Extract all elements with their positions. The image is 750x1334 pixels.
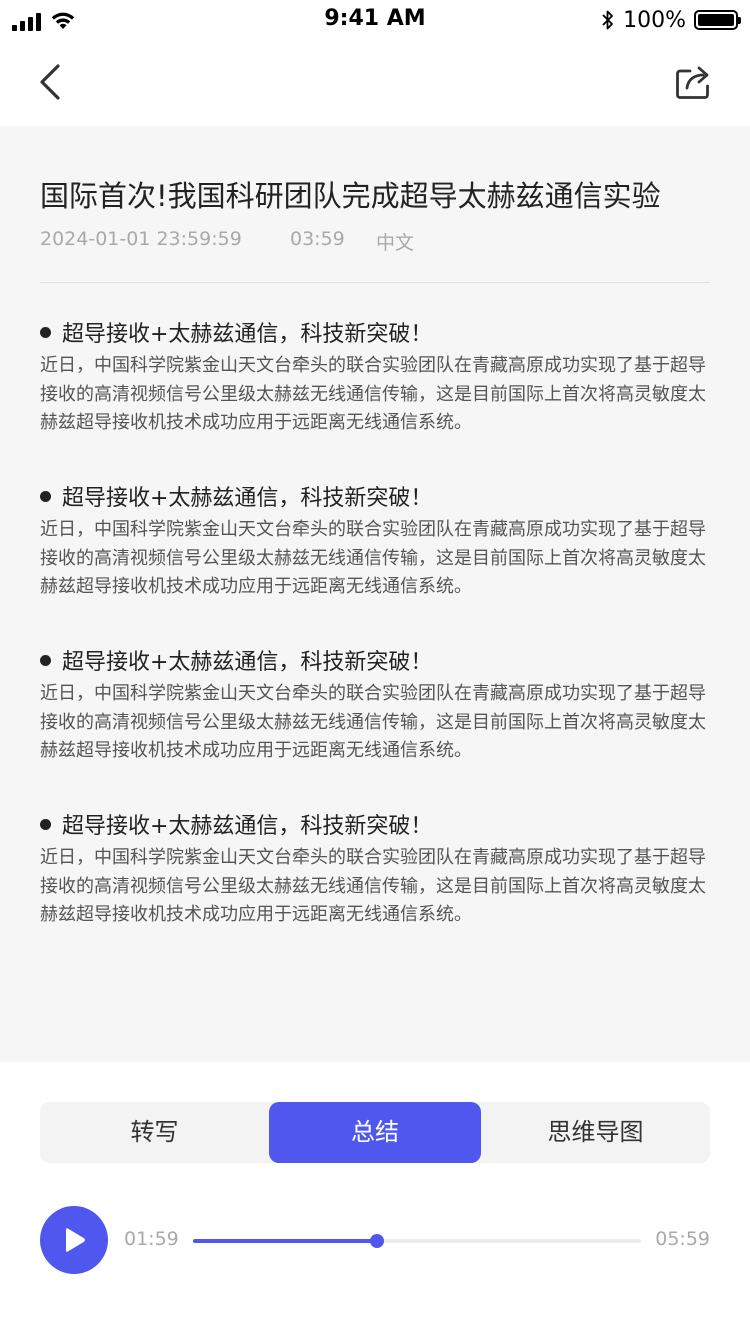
share-button[interactable] — [672, 60, 716, 104]
summary-section: 超导接收+太赫兹通信，科技新突破！ 近日，中国科学院紫金山天文台牵头的联合实验团… — [40, 642, 710, 766]
play-icon — [66, 1228, 85, 1252]
bullet-dot-icon — [40, 818, 51, 830]
divider — [40, 282, 710, 283]
tab-transcript[interactable]: 转写 — [40, 1102, 269, 1163]
battery-icon — [694, 10, 741, 30]
section-heading: 超导接收+太赫兹通信，科技新突破！ — [62, 650, 433, 675]
status-right: 100% — [601, 7, 741, 33]
battery-percent: 100% — [623, 7, 686, 33]
article-title: 国际首次!我国科研团队完成超导太赫兹通信实验 — [40, 179, 661, 213]
tab-mindmap[interactable]: 思维导图 — [481, 1102, 710, 1163]
current-time: 01:59 — [124, 1228, 179, 1250]
bluetooth-icon — [602, 10, 613, 30]
progress-fill — [193, 1239, 377, 1243]
section-body: 近日，中国科学院紫金山天文台牵头的联合实验团队在青藏高原成功实现了基于超导接收的… — [40, 355, 706, 433]
article-date: 2024-01-01 23:59:59 — [40, 228, 242, 250]
progress-thumb[interactable] — [369, 1234, 384, 1248]
view-tabs: 转写 总结 思维导图 — [40, 1102, 710, 1163]
section-heading: 超导接收+太赫兹通信，科技新突破！ — [62, 322, 433, 347]
share-icon — [676, 66, 709, 99]
section-body: 近日，中国科学院紫金山天文台牵头的联合实验团队在青藏高原成功实现了基于超导接收的… — [40, 519, 706, 597]
section-body: 近日，中国科学院紫金山天文台牵头的联合实验团队在青藏高原成功实现了基于超导接收的… — [40, 683, 706, 761]
summary-section: 超导接收+太赫兹通信，科技新突破！ 近日，中国科学院紫金山天文台牵头的联合实验团… — [40, 478, 710, 602]
article-meta: 2024-01-01 23:59:59 03:59 中文 — [40, 228, 414, 255]
article-language: 中文 — [376, 232, 415, 254]
section-head: 超导接收+太赫兹通信，科技新突破！ — [40, 314, 710, 350]
nav-bar — [0, 40, 750, 126]
audio-player: 01:59 05:59 — [0, 1206, 750, 1274]
summary-section: 超导接收+太赫兹通信，科技新突破！ 近日，中国科学院紫金山天文台牵头的联合实验团… — [40, 806, 710, 930]
bullet-dot-icon — [40, 490, 51, 502]
section-head: 超导接收+太赫兹通信，科技新突破！ — [40, 478, 710, 514]
back-button[interactable] — [28, 60, 72, 104]
section-heading: 超导接收+太赫兹通信，科技新突破！ — [62, 814, 433, 839]
bullet-dot-icon — [40, 326, 51, 338]
bottom-panel: 转写 总结 思维导图 01:59 05:59 — [0, 1062, 750, 1334]
bullet-dot-icon — [40, 654, 51, 666]
play-button[interactable] — [40, 1206, 108, 1274]
article-duration: 03:59 — [290, 228, 345, 250]
tab-summary[interactable]: 总结 — [269, 1102, 481, 1163]
progress-track[interactable] — [193, 1234, 641, 1248]
total-time: 05:59 — [655, 1228, 710, 1250]
section-head: 超导接收+太赫兹通信，科技新突破！ — [40, 806, 710, 842]
section-head: 超导接收+太赫兹通信，科技新突破！ — [40, 642, 710, 678]
section-body: 近日，中国科学院紫金山天文台牵头的联合实验团队在青藏高原成功实现了基于超导接收的… — [40, 847, 706, 925]
section-heading: 超导接收+太赫兹通信，科技新突破！ — [62, 486, 433, 511]
chevron-left-icon — [40, 64, 60, 100]
summary-section: 超导接收+太赫兹通信，科技新突破！ 近日，中国科学院紫金山天文台牵头的联合实验团… — [40, 314, 710, 438]
status-bar: 9:41 AM 100% — [0, 0, 750, 40]
article-content[interactable]: 国际首次!我国科研团队完成超导太赫兹通信实验 2024-01-01 23:59:… — [0, 126, 750, 1062]
